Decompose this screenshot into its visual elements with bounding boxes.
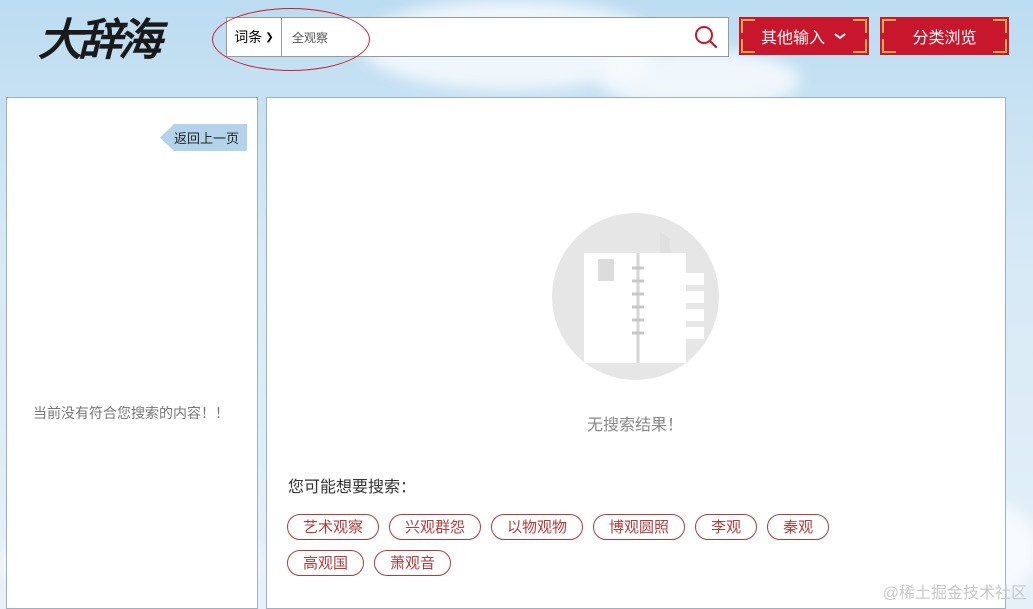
other-input-label: 其他输入 (760, 30, 825, 47)
no-result-message: 无搜索结果！ (586, 417, 683, 434)
category-browse-button[interactable]: 分类浏览 (880, 17, 1009, 55)
back-button-label: 返回上一页 (173, 131, 239, 146)
suggestion-tag[interactable]: 兴观群怨 (389, 514, 482, 540)
back-button[interactable]: 返回上一页 (160, 124, 247, 151)
suggestion-tag[interactable]: 高观国 (287, 550, 365, 576)
suggestion-tag[interactable]: 以物观物 (491, 514, 584, 540)
empty-notebook-icon (552, 213, 719, 380)
suggestion-tag[interactable]: 秦观 (767, 514, 830, 540)
other-input-button[interactable]: 其他输入 (739, 17, 869, 55)
corner-ornament (741, 19, 755, 33)
search-icon (695, 26, 718, 49)
left-sidebar-panel (6, 97, 258, 609)
suggestion-tag[interactable]: 李观 (695, 514, 758, 540)
chevron-down-icon (834, 33, 846, 40)
site-logo[interactable]: 大辞海 (38, 6, 168, 76)
search-button[interactable] (684, 18, 728, 56)
corner-ornament (993, 19, 1007, 33)
suggestion-tag-list: 艺术观察 兴观群怨 以物观物 博观圆照 李观 秦观高观国 萧观音 (287, 514, 927, 586)
search-input[interactable] (282, 18, 684, 56)
search-scope-value: 词条 (234, 29, 263, 45)
corner-ornament (853, 19, 867, 33)
suggestion-tag[interactable]: 艺术观察 (287, 514, 380, 540)
corner-ornament (993, 39, 1007, 53)
corner-ornament (741, 39, 755, 53)
category-browse-label: 分类浏览 (912, 30, 977, 47)
watermark: @稀土掘金技术社区 (882, 585, 1027, 602)
suggestion-tag[interactable]: 博观圆照 (593, 514, 686, 540)
corner-ornament (853, 39, 867, 53)
suggestions-title: 您可能想要搜索： (288, 477, 417, 496)
corner-ornament (882, 19, 896, 33)
chevron-down-icon: ❯ (265, 31, 274, 43)
search-bar: 词条 ❯ (226, 17, 729, 57)
search-scope-select[interactable]: 词条 ❯ (227, 18, 282, 56)
corner-ornament (882, 39, 896, 53)
suggestion-tag[interactable]: 萧观音 (374, 550, 452, 576)
